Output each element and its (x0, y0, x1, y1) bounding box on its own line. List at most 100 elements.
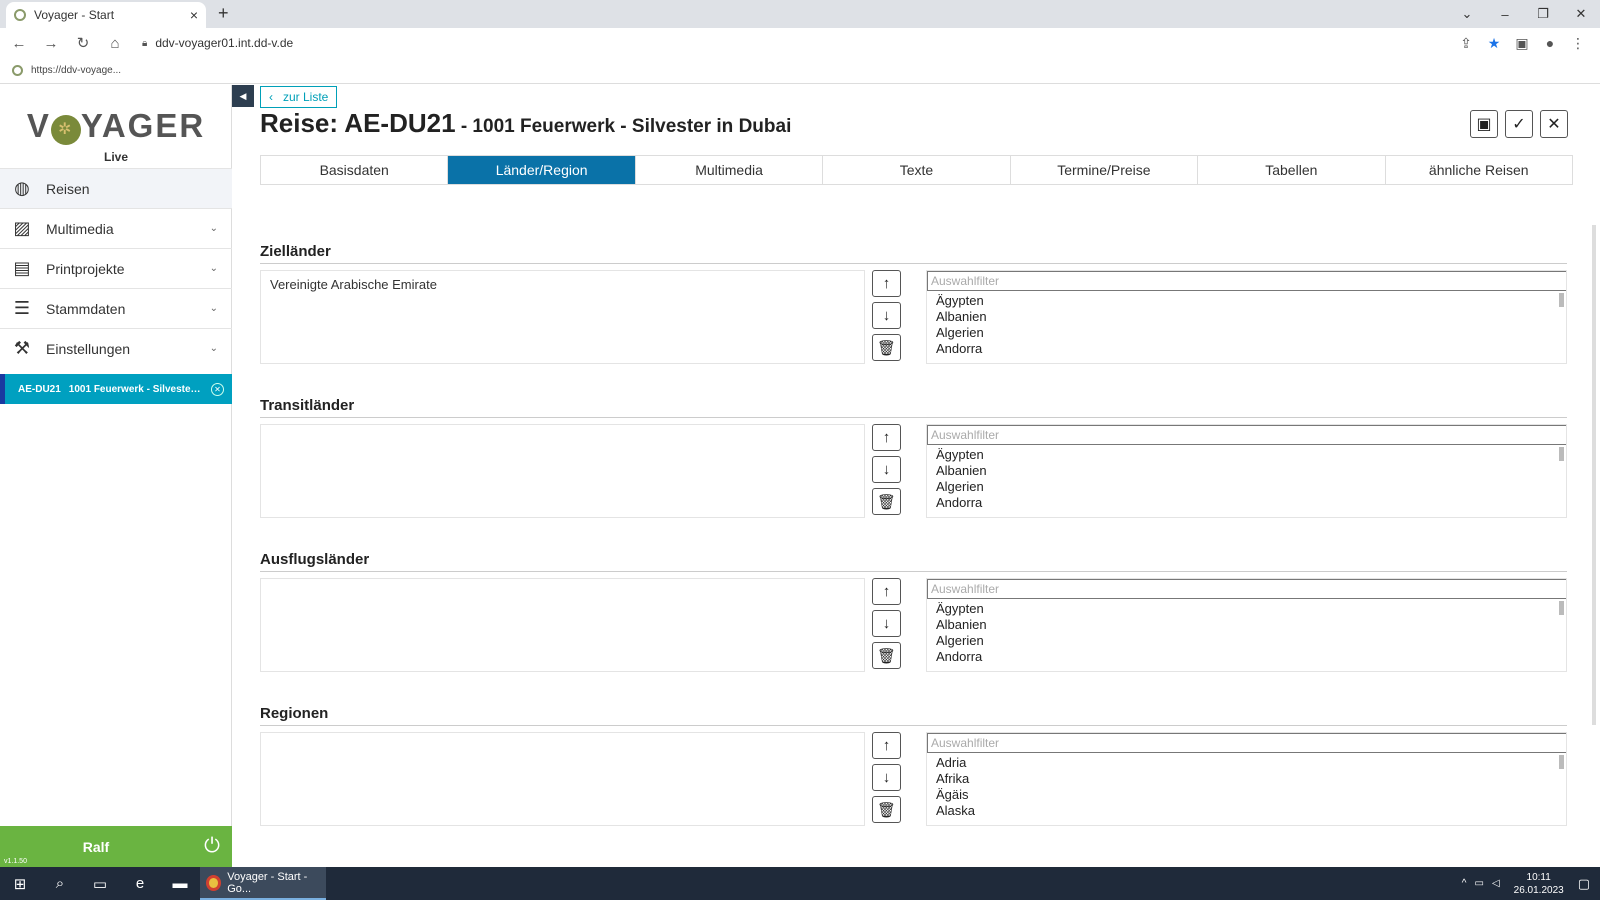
side-panel-icon[interactable]: ▣ (1508, 35, 1536, 52)
filter-input[interactable] (927, 579, 1566, 599)
close-button[interactable]: ✕ (1540, 110, 1568, 138)
sidebar-item-label: Printprojekte (46, 260, 125, 277)
filter-input[interactable] (927, 733, 1566, 753)
list-item[interactable]: Ägypten (936, 601, 1566, 617)
list-item[interactable]: Andorra (936, 495, 1566, 511)
move-down-button[interactable]: ↓ (872, 456, 901, 483)
delete-button[interactable]: 🗑︎ (872, 488, 901, 515)
restore-icon[interactable]: ❐ (1524, 6, 1562, 22)
sidebar-item-stammdaten[interactable]: ☰ Stammdaten ⌄ (0, 288, 232, 328)
list-item[interactable]: Ägäis (936, 787, 1566, 803)
home-icon[interactable]: ⌂ (102, 35, 128, 52)
move-up-button[interactable]: ↑ (872, 732, 901, 759)
tab-laender-region[interactable]: Länder/Region (448, 156, 636, 184)
selected-list[interactable] (260, 732, 865, 826)
sidebar-item-einstellungen[interactable]: ⚒ Einstellungen ⌄ (0, 328, 232, 368)
sidebar-item-printprojekte[interactable]: ▤ Printprojekte ⌄ (0, 248, 232, 288)
forward-icon[interactable]: → (38, 35, 64, 52)
close-window-icon[interactable]: ✕ (1562, 6, 1600, 22)
list-item[interactable]: Adria (936, 755, 1566, 771)
list-item[interactable]: Ägypten (936, 293, 1566, 309)
taskbar-app-chrome[interactable]: Voyager - Start - Go... (200, 867, 326, 900)
list-item[interactable]: Albanien (936, 463, 1566, 479)
tab-search-icon[interactable]: ⌄ (1448, 6, 1486, 22)
confirm-button[interactable]: ✓ (1505, 110, 1533, 138)
reload-icon[interactable]: ↻ (70, 34, 96, 52)
filter-input[interactable] (927, 425, 1566, 445)
list-item[interactable]: Alaska (936, 803, 1566, 819)
network-icon[interactable]: ▭ (1474, 878, 1483, 889)
chevron-down-icon: ⌄ (209, 303, 218, 314)
scrollbar[interactable] (1559, 293, 1564, 307)
share-icon[interactable]: ⇪ (1452, 35, 1480, 52)
back-to-list-button[interactable]: ‹ zur Liste (260, 86, 338, 108)
sidebar-item-multimedia[interactable]: ▨ Multimedia ⌄ (0, 208, 232, 248)
tab-aehnliche-reisen[interactable]: ähnliche Reisen (1386, 156, 1572, 184)
bookmark-star-icon[interactable]: ★ (1480, 35, 1508, 52)
site-icon (12, 65, 23, 76)
back-icon[interactable]: ← (6, 35, 32, 52)
sidebar-item-reisen[interactable]: ◍ Reisen (0, 168, 232, 208)
scrollbar[interactable] (1559, 601, 1564, 615)
list-item[interactable]: Vereinigte Arabische Emirate (270, 277, 855, 292)
list-item[interactable]: Andorra (936, 341, 1566, 357)
open-trip-item[interactable]: AE-DU21 1001 Feuerwerk - Silvester i... … (0, 374, 232, 404)
list-item[interactable]: Afrika (936, 771, 1566, 787)
user-name[interactable]: Ralf (0, 839, 192, 855)
selected-list[interactable] (260, 578, 865, 672)
tab-multimedia[interactable]: Multimedia (636, 156, 824, 184)
menu-dots-icon[interactable]: ⋮ (1564, 35, 1592, 52)
profile-icon[interactable]: ● (1536, 35, 1564, 51)
volume-icon[interactable]: ◁ (1492, 878, 1500, 889)
new-tab-button[interactable]: + (218, 3, 229, 24)
tray-chevron-icon[interactable]: ^ (1462, 878, 1467, 889)
list-item[interactable]: Algerien (936, 325, 1566, 341)
list-item[interactable]: Albanien (936, 309, 1566, 325)
notifications-icon[interactable]: ▢ (1578, 876, 1590, 892)
tab-termine-preise[interactable]: Termine/Preise (1011, 156, 1199, 184)
filter-input[interactable] (927, 271, 1566, 291)
scrollbar[interactable] (1559, 755, 1564, 769)
address-bar[interactable]: 🔒︎ ddv-voyager01.int.dd-v.de (142, 36, 293, 50)
delete-button[interactable]: 🗑︎ (872, 796, 901, 823)
selected-list[interactable] (260, 424, 865, 518)
search-icon[interactable]: ⌕ (40, 875, 80, 892)
close-tab-icon[interactable]: × (190, 7, 198, 23)
list-item[interactable]: Algerien (936, 633, 1566, 649)
tools-icon: ⚒ (13, 338, 31, 358)
move-up-button[interactable]: ↑ (872, 270, 901, 297)
move-down-button[interactable]: ↓ (872, 764, 901, 791)
save-button[interactable]: ▣ (1470, 110, 1498, 138)
selected-list[interactable]: Vereinigte Arabische Emirate (260, 270, 865, 364)
scrollbar[interactable] (1559, 447, 1564, 461)
move-down-button[interactable]: ↓ (872, 610, 901, 637)
collapse-sidebar-button[interactable]: ◀ (232, 85, 254, 107)
move-down-button[interactable]: ↓ (872, 302, 901, 329)
move-up-button[interactable]: ↑ (872, 424, 901, 451)
list-item[interactable]: Ägypten (936, 447, 1566, 463)
windows-start-icon[interactable]: ⊞ (0, 875, 40, 893)
power-icon[interactable]: ⏻ (192, 835, 232, 858)
section-title: Zielländer (260, 243, 1567, 264)
clock[interactable]: 10:11 26.01.2023 (1514, 871, 1564, 897)
voyager-logo[interactable]: V ✲ YAGER (0, 107, 232, 145)
folder-icon[interactable]: ▬ (160, 875, 200, 892)
tab-tabellen[interactable]: Tabellen (1198, 156, 1386, 184)
close-trip-icon[interactable]: ✕ (211, 382, 224, 396)
list-item[interactable]: Algerien (936, 479, 1566, 495)
delete-button[interactable]: 🗑︎ (872, 642, 901, 669)
minimize-icon[interactable]: – (1486, 7, 1524, 22)
delete-button[interactable]: 🗑︎ (872, 334, 901, 361)
task-view-icon[interactable]: ▭ (80, 875, 120, 893)
edge-icon[interactable]: e (120, 875, 160, 892)
list-item[interactable]: Albanien (936, 617, 1566, 633)
tab-basisdaten[interactable]: Basisdaten (261, 156, 449, 184)
list-item[interactable]: Andorra (936, 649, 1566, 665)
browser-toolbar: ← → ↻ ⌂ 🔒︎ ddv-voyager01.int.dd-v.de ⇪ ★… (0, 28, 1600, 58)
browser-tab[interactable]: Voyager - Start × (6, 2, 206, 28)
toolbar-actions: ⇪ ★ ▣ ● ⋮ (1452, 28, 1592, 58)
move-up-button[interactable]: ↑ (872, 578, 901, 605)
tab-texte[interactable]: Texte (823, 156, 1011, 184)
page-scrollbar[interactable] (1592, 225, 1596, 725)
tab-bar: Basisdaten Länder/Region Multimedia Text… (260, 155, 1573, 185)
